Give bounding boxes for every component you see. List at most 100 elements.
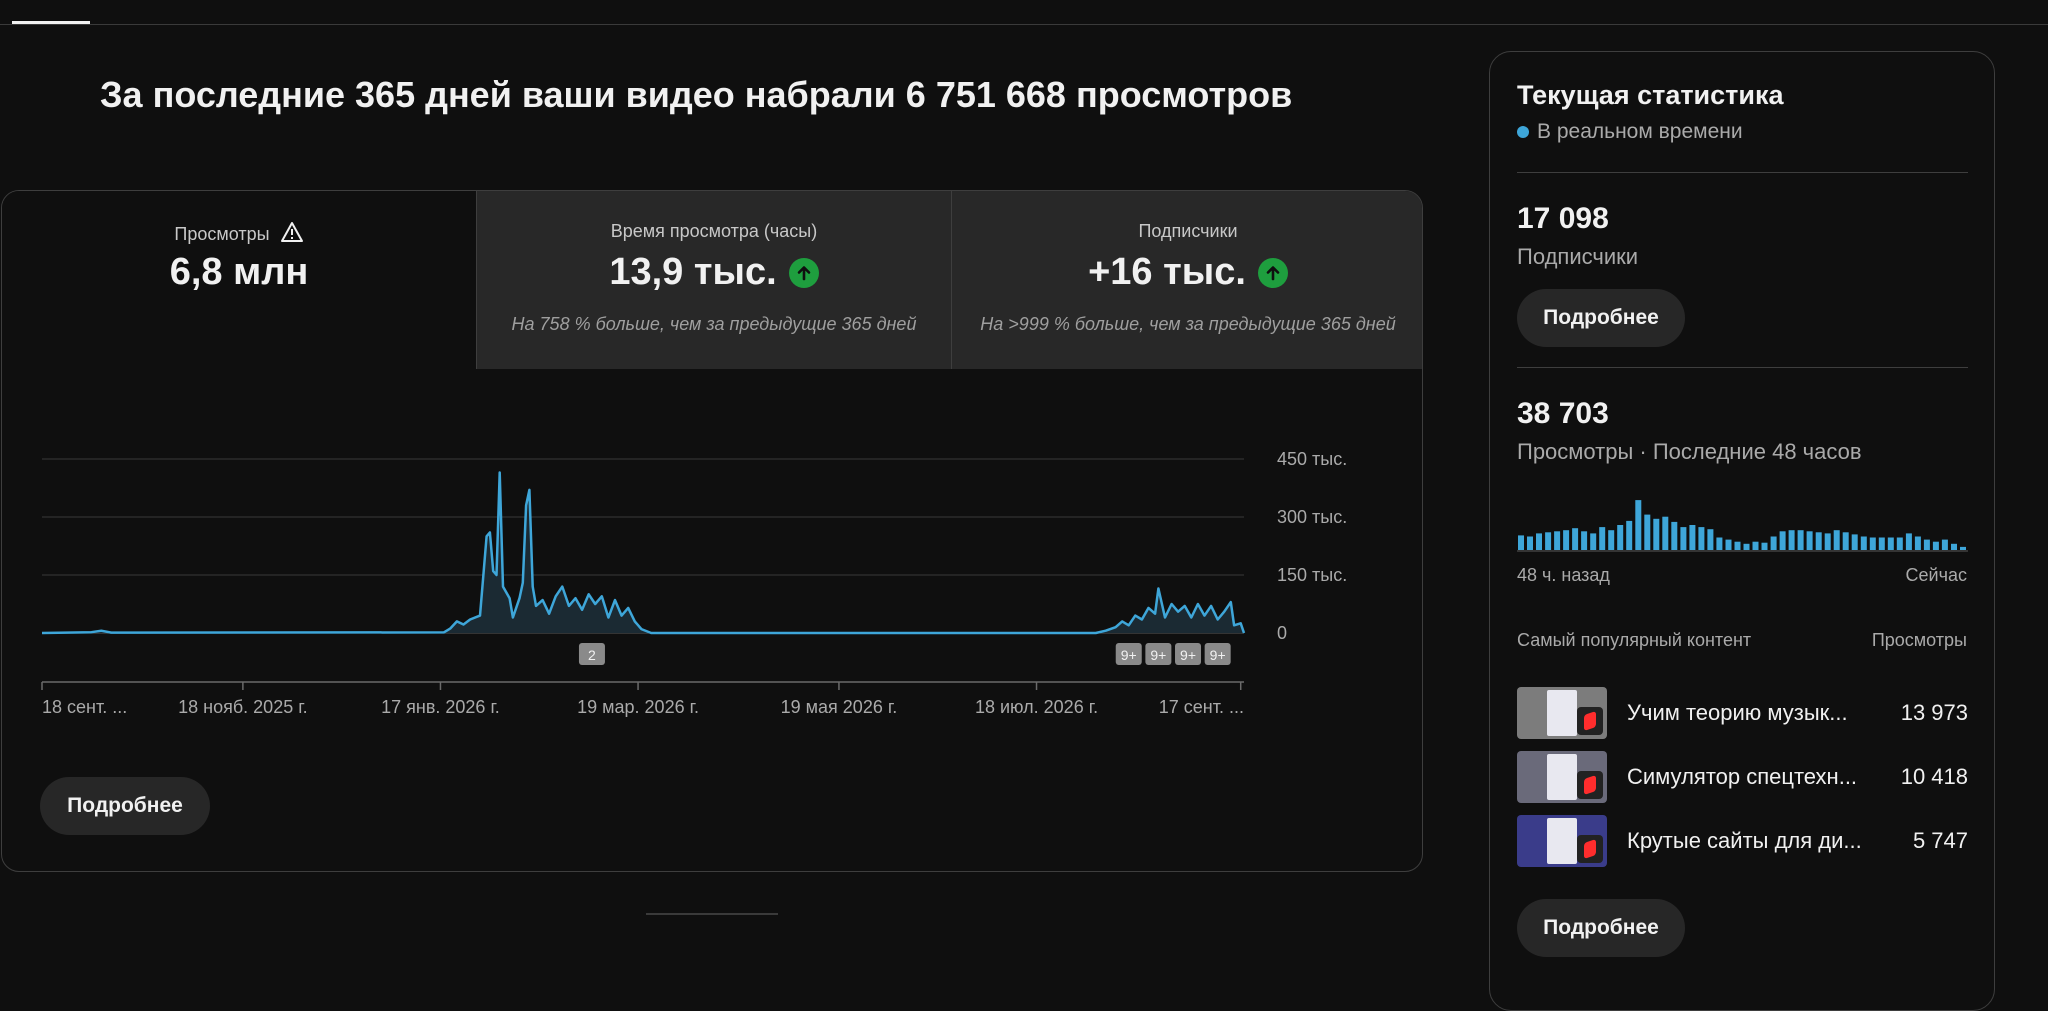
content-views: 10 418 <box>1900 764 1968 789</box>
mini-bar <box>1815 532 1822 550</box>
marker-label: 9+ <box>1180 647 1196 663</box>
mini-bar <box>1626 520 1633 550</box>
mini-bar <box>1698 527 1705 550</box>
content-row[interactable]: Симулятор спецтехн... 10 418 <box>1517 751 1968 803</box>
chart-annotation-marker: 9+ <box>1115 643 1142 665</box>
x-tick-label: 18 нояб. 2025 г. <box>178 697 307 717</box>
mini-bar <box>1905 533 1912 550</box>
mini-bar <box>1554 531 1561 550</box>
realtime-bar-chart[interactable] <box>1517 492 1968 552</box>
video-thumbnail <box>1517 751 1607 803</box>
subscriber-label: Подписчики <box>1517 244 1639 269</box>
top-content-views-heading: Просмотры <box>1871 630 1967 650</box>
marker-label: 9+ <box>1121 647 1137 663</box>
overview-card: Просмотры 6,8 млн Время просмотра (часы)… <box>1 190 1423 872</box>
mini-bar <box>1527 536 1533 550</box>
x-tick-label: 18 июл. 2026 г. <box>975 697 1098 717</box>
realtime-views-label: Просмотры · Последние 48 часов <box>1517 439 1862 464</box>
mini-bar <box>1752 541 1759 550</box>
mini-bar <box>1824 533 1831 550</box>
mini-bar <box>1761 542 1768 550</box>
mini-bar <box>1671 521 1678 550</box>
page-headline: За последние 365 дней ваши видео набрали… <box>100 74 1293 115</box>
active-tab-indicator <box>12 21 90 24</box>
mini-bar <box>1896 537 1903 550</box>
metric-label: Время просмотра (часы) <box>610 221 818 241</box>
marker-label: 9+ <box>1150 647 1166 663</box>
metric-value: 13,9 тыс. <box>609 251 777 293</box>
mini-axis-start: 48 ч. назад <box>1517 565 1610 585</box>
mini-bar <box>1725 539 1732 550</box>
mini-bar <box>1806 531 1813 550</box>
realtime-label: В реальном времени <box>1537 120 1743 143</box>
mini-bar <box>1563 530 1570 550</box>
content-title: Учим теорию музык... <box>1627 700 1848 725</box>
x-tick-label: 17 сент. ... <box>1159 697 1244 717</box>
metric-tab-subscribers[interactable]: Подписчики +16 тыс. На >999 % больше, че… <box>951 191 1422 369</box>
mini-bar <box>1797 530 1804 550</box>
x-tick-label: 19 мар. 2026 г. <box>577 697 699 717</box>
mini-bar <box>1608 530 1615 550</box>
content-views: 13 973 <box>1900 700 1968 725</box>
series-line <box>41 471 1246 635</box>
mini-bar <box>1689 525 1696 550</box>
marker-label: 9+ <box>1210 647 1226 663</box>
metric-value: 6,8 млн <box>169 251 309 293</box>
mini-bar <box>1878 537 1885 550</box>
mini-bar <box>1518 535 1524 550</box>
mini-bar <box>1960 546 1966 550</box>
metric-label: Просмотры <box>174 224 270 244</box>
content-details-button[interactable]: Подробнее <box>1517 899 1685 957</box>
chart-annotation-marker: 9+ <box>1175 643 1202 665</box>
shorts-icon <box>1577 835 1603 863</box>
metric-tab-views[interactable]: Просмотры 6,8 млн <box>2 191 476 369</box>
more-details-button[interactable]: Подробнее <box>40 777 210 835</box>
metric-value: +16 тыс. <box>1088 251 1246 293</box>
chart-annotation-marker: 2 <box>578 643 605 665</box>
series-area <box>42 472 1244 633</box>
subscriber-count: 17 098 <box>1517 202 1609 235</box>
mini-bar <box>1770 536 1777 550</box>
mini-bar <box>1869 537 1876 550</box>
y-tick-label: 450 тыс. <box>1277 449 1347 469</box>
chart-annotation-marker: 9+ <box>1145 643 1172 665</box>
content-title: Крутые сайты для ди... <box>1627 828 1862 853</box>
mini-bar <box>1680 527 1687 550</box>
shorts-icon <box>1577 771 1603 799</box>
mini-bar <box>1788 530 1795 550</box>
x-tick-label: 17 янв. 2026 г. <box>381 697 500 717</box>
mini-bar <box>1833 530 1840 550</box>
mini-bar <box>1653 518 1660 550</box>
mini-bar <box>1590 533 1597 550</box>
mini-bar <box>1617 525 1624 550</box>
marker-label: 2 <box>588 647 596 663</box>
mini-bar <box>1887 537 1894 550</box>
mini-bar <box>1572 528 1579 550</box>
mini-bar <box>1644 514 1651 550</box>
content-row[interactable]: Учим теорию музык... 13 973 <box>1517 687 1968 739</box>
mini-bar <box>1951 543 1957 550</box>
video-thumbnail <box>1517 815 1607 867</box>
realtime-views-count: 38 703 <box>1517 397 1609 430</box>
scroll-indicator <box>646 913 778 915</box>
live-dot-icon <box>1517 126 1529 138</box>
content-row[interactable]: Крутые сайты для ди... 5 747 <box>1517 815 1968 867</box>
mini-bar <box>1545 532 1552 550</box>
mini-bar <box>1734 541 1741 550</box>
mini-bar <box>1707 529 1714 550</box>
mini-bar <box>1743 543 1750 550</box>
video-thumbnail <box>1517 687 1607 739</box>
mini-bar <box>1932 541 1939 550</box>
metric-tab-watch-time[interactable]: Время просмотра (часы) 13,9 тыс. На 758 … <box>476 191 951 369</box>
subscribers-details-button[interactable]: Подробнее <box>1517 289 1685 347</box>
mini-bar <box>1923 539 1930 550</box>
views-line-chart[interactable]: 450 тыс. 300 тыс. 150 тыс. 0 2 9+ 9+ 9+ 9+ 18 сен… <box>2 369 1422 769</box>
metric-delta: На >999 % больше, чем за предыдущие 365 … <box>980 314 1396 334</box>
shorts-icon <box>1577 707 1603 735</box>
mini-bar <box>1842 532 1849 550</box>
arrow-up-icon <box>1257 257 1288 288</box>
top-content-heading: Самый популярный контент <box>1517 630 1752 650</box>
metric-label: Подписчики <box>1138 221 1238 241</box>
content-title: Симулятор спецтехн... <box>1627 764 1858 789</box>
mini-bar <box>1860 536 1867 550</box>
